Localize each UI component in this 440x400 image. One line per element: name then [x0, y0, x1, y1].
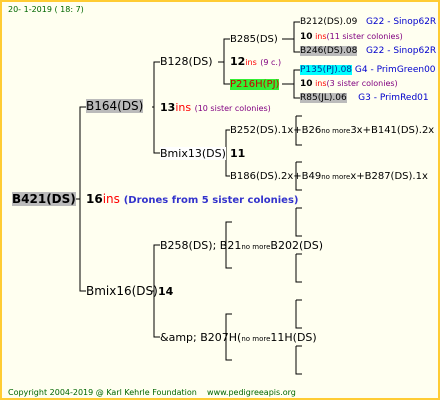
gen1-queen-2: Bmix16(DS) — [86, 284, 158, 298]
gen3-queen-3: B252(DS).1x+B26no more3x+B141(DS).2x — [230, 125, 435, 136]
gen3-queen-4: B186(DS).2x+B49no morex+B287(DS).1x — [230, 171, 428, 182]
gen4-row-3: B246(DS).08 G22 - Sinop62R — [300, 46, 437, 56]
gen4-row-1: B212(DS).09 G22 - Sinop62R — [300, 17, 437, 27]
gen1-count-2: 14 — [158, 285, 174, 298]
gen2-queen-1: B128(DS) — [160, 55, 213, 68]
gen4-row-6: R85(JL).06 G3 - PrimRed01 — [300, 93, 429, 103]
root-name: B421(DS) — [12, 192, 76, 206]
gen2-queen-3: B258(DS); B21no moreB202(DS) — [160, 239, 323, 252]
gen2-queen-4: &amp; B207H(no more11H(DS) — [160, 331, 317, 344]
gen1-queen-1: B164(DS) — [86, 99, 144, 113]
gen2-insemination-1: 12ins (9 c.) — [230, 55, 282, 68]
gen3-queen-1: B285(DS) — [230, 34, 278, 45]
root-note: (Drones from 5 sister colonies) — [123, 195, 299, 206]
root-count: 16 — [86, 192, 103, 206]
root-insemination: 16ins (Drones from 5 sister colonies) — [86, 193, 299, 207]
gen4-row-5: 10 ins(3 sister colonies) — [300, 79, 398, 89]
gen2-queen-2: Bmix13(DS) — [160, 147, 226, 160]
gen4-row-2: 10 ins(11 sister colonies) — [300, 32, 403, 42]
date-header: 20- 1-2019 ( 18: 7) — [8, 5, 84, 14]
gen4-row-4: P135(PJ).08 G4 - PrimGreen00 — [300, 65, 436, 75]
gen1-insemination-1: 13ins (10 sister colonies) — [160, 101, 271, 114]
gen2-count-2: 11 — [230, 147, 246, 160]
root-ins: ins — [102, 192, 120, 206]
root-queen: B421(DS) — [12, 192, 76, 206]
footer-url[interactable]: www.pedigreeapis.org — [207, 388, 296, 397]
footer: Copyright 2004-2019 @ Karl Kehrle Founda… — [8, 388, 296, 397]
gen3-queen-2: P216H(PJ) — [230, 79, 280, 90]
